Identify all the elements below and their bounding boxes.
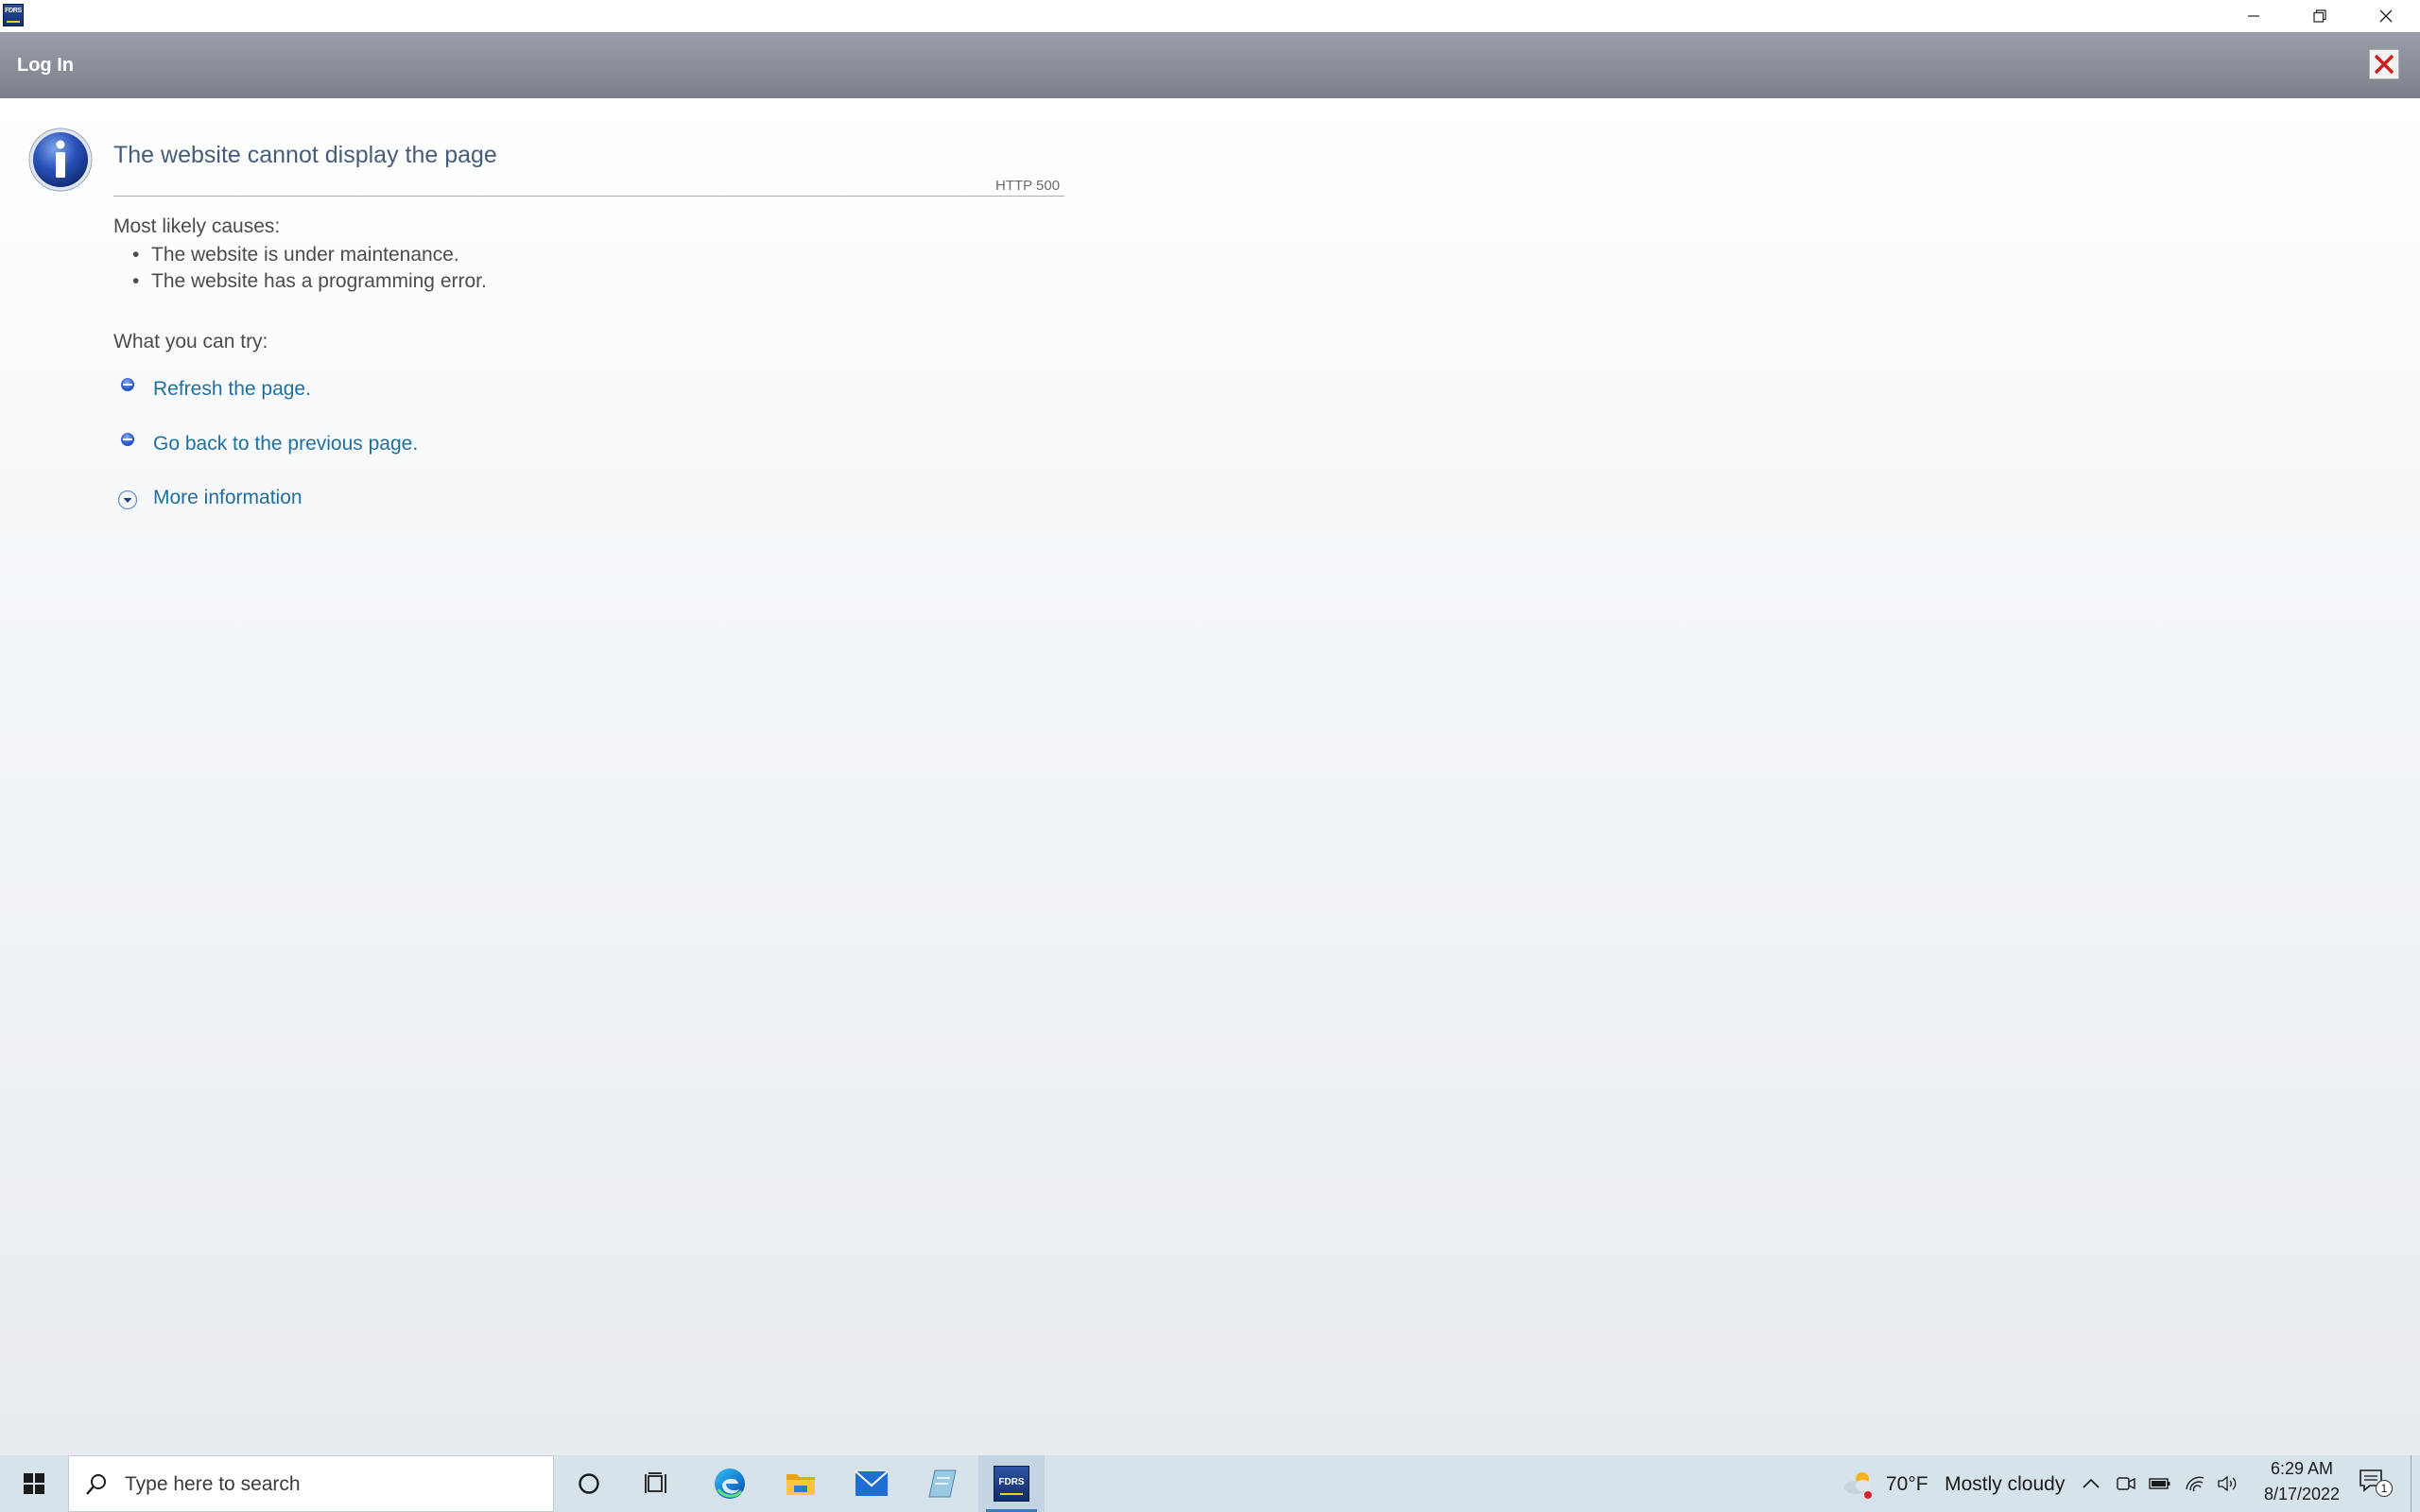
bullet-icon [121,378,134,391]
notification-count-badge: 1 [2376,1480,2393,1497]
show-desktop-button[interactable] [2411,1455,2420,1512]
title-divider [113,196,1064,197]
window-title-bar: FDRS [0,0,2420,32]
info-icon [28,128,93,192]
document-app-icon [928,1469,957,1498]
refresh-page-link[interactable]: Refresh the page. [153,378,311,401]
cause-item: The website has a programming error. [132,270,487,293]
fdrs-app-icon[interactable]: FDRS [3,4,24,26]
chevron-up-icon [2083,1478,2100,1488]
battery-status[interactable] [2149,1472,2171,1495]
fdrs-icon-text: FDRS [998,1477,1025,1487]
minimize-icon [2248,15,2259,17]
cortana-button[interactable] [556,1455,622,1512]
partly-cloudy-icon[interactable] [1841,1469,1876,1501]
taskbar-clock-date[interactable]: 8/17/2022 [2250,1485,2354,1504]
battery-icon [2149,1478,2170,1489]
start-button[interactable] [0,1455,68,1512]
taskbar-search-box[interactable]: Type here to search [68,1455,554,1512]
weather-widget[interactable]: 70°F Mostly cloudy [1886,1473,2065,1496]
app-icon-text: FDRS [5,8,22,14]
login-header-bar: Log In [0,32,2420,98]
bullet-icon [121,433,134,446]
error-title: The website cannot display the page [113,142,497,168]
task-view-icon [645,1472,666,1493]
speaker-icon [2218,1475,2237,1492]
search-placeholder: Type here to search [125,1473,301,1495]
restore-icon [2313,9,2326,23]
weather-condition: Mostly cloudy [1945,1473,2066,1495]
login-title: Log In [17,55,74,76]
meet-now-button[interactable] [2115,1472,2137,1495]
search-icon [86,1474,106,1495]
http-status-code: HTTP 500 [995,178,1061,194]
try-heading: What you can try: [113,331,268,352]
camera-icon [2117,1477,2135,1490]
red-close-icon [2374,54,2394,75]
fdrs-app-icon: FDRS [994,1466,1029,1502]
network-status[interactable] [2184,1472,2206,1495]
mail-icon [855,1470,889,1496]
close-icon [2379,9,2393,23]
file-explorer-button[interactable] [768,1455,834,1512]
causes-heading: Most likely causes: [113,215,281,237]
login-close-button[interactable] [2369,49,2399,79]
restore-button[interactable] [2287,0,2353,32]
wifi-icon [2186,1476,2204,1492]
fdrs-icon-wave [1000,1489,1023,1495]
cortana-icon [579,1473,599,1494]
volume-control[interactable] [2217,1472,2239,1495]
window-close-button[interactable] [2353,0,2419,32]
expand-chevron-icon[interactable] [117,490,138,510]
cause-item: The website is under maintenance. [132,244,459,266]
edge-icon [715,1469,745,1499]
taskbar-clock-time[interactable]: 6:29 AM [2255,1459,2349,1479]
mail-button[interactable] [838,1455,905,1512]
task-view-button[interactable] [624,1455,690,1512]
error-page: The website cannot display the page HTTP… [0,98,2420,1455]
file-explorer-icon [786,1474,815,1495]
windows-logo-icon [24,1473,44,1494]
edge-button[interactable] [697,1455,763,1512]
show-hidden-icons-button[interactable] [2080,1472,2102,1495]
taskbar: Type here to search FDRS 70°F Mostly clo… [0,1455,2420,1512]
minimize-button[interactable] [2221,0,2287,32]
notification-center-button[interactable]: 1 [2359,1469,2393,1499]
fdrs-taskbar-button[interactable]: FDRS [978,1455,1045,1512]
app-icon-wave [7,16,20,23]
taskbar-app-button[interactable] [909,1455,976,1512]
weather-temperature: 70°F [1886,1473,1928,1495]
go-back-link[interactable]: Go back to the previous page. [153,433,418,455]
more-information-link[interactable]: More information [153,487,302,509]
